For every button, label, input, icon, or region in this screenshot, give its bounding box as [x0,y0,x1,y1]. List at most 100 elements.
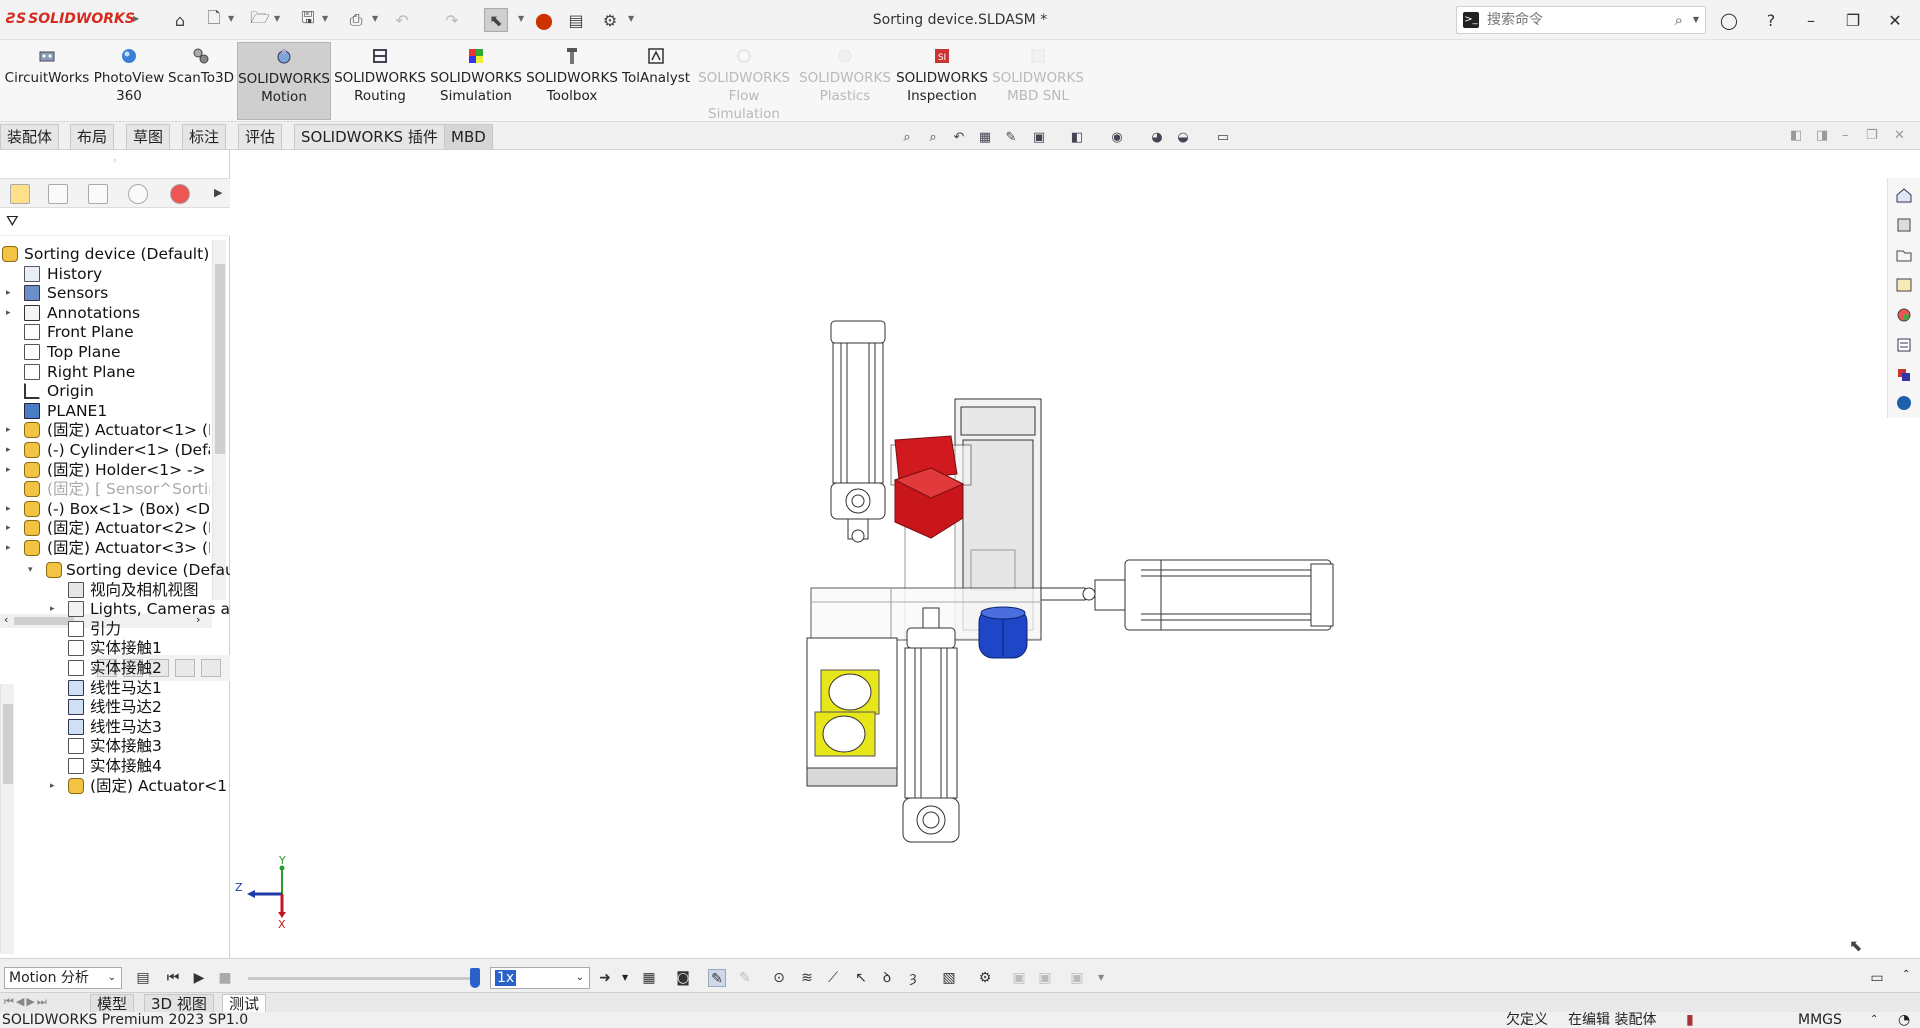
copy-motion-study-icon[interactable]: ▣ [1036,969,1054,987]
viewport-tile-left-icon[interactable]: ◧ [1790,128,1802,143]
solidworks-logo[interactable]: ƧSSOLIDWORKS [6,11,135,27]
save-icon[interactable]: 🖫 [296,8,320,32]
featuremanager-tab-icon[interactable] [10,184,30,204]
collapse-motionmanager-icon[interactable]: ▭ [1868,969,1886,987]
actuator-top-left[interactable] [831,321,885,542]
chevron-up-icon[interactable]: ⌃ [1870,1012,1878,1028]
tree-item[interactable]: ▸(固定) Actuator<1 [14,774,230,798]
contact-icon[interactable]: ꝺ [878,969,896,987]
apply-scene-icon[interactable]: ◒ [1174,128,1192,146]
playback-slider-thumb[interactable] [470,968,480,988]
circuitworks-button[interactable]: CircuitWorks [4,42,90,120]
previous-view-icon[interactable]: ↶ [950,128,968,146]
stop-icon[interactable]: ■ [216,969,234,987]
select-cursor-icon[interactable]: ⬉ [484,8,508,32]
animation-wizard-icon[interactable]: ◙ [674,969,692,987]
solidworks-routing-button[interactable]: SOLIDWORKSRouting [334,42,426,120]
flow-simulation-button[interactable]: SOLIDWORKSFlow Simulation [694,42,794,120]
chevron-up-icon[interactable]: ⌃ [1902,969,1910,980]
gravity-icon[interactable]: ȝ [904,969,922,987]
chevron-left-icon[interactable]: ‹ [4,613,8,626]
unit-system[interactable]: MMGS [1798,1012,1842,1028]
solidworks-motion-button[interactable]: SOLIDWORKSMotion [237,42,331,120]
viewport-close-button[interactable]: ✕ [1894,128,1905,143]
custom-properties-icon[interactable] [1895,336,1913,354]
viewport-restore-button[interactable]: ❐ [1866,128,1878,143]
feature-tree-scrollbar[interactable] [212,240,226,600]
solidworks-toolbox-button[interactable]: SOLIDWORKSToolbox [526,42,618,120]
actuator-right[interactable] [1041,560,1333,630]
options-gear-icon[interactable]: ⚙ [598,8,622,32]
tab-markup[interactable]: 标注 [182,124,226,149]
expand-arrow-icon[interactable]: ▸ [50,774,55,798]
view-palette-icon[interactable] [1895,276,1913,294]
print-icon[interactable]: ⎙ [344,8,368,32]
solidworks-simulation-button[interactable]: SOLIDWORKSSimulation [430,42,522,120]
chevron-down-icon[interactable]: ▼ [622,973,628,982]
photoview-button[interactable]: PhotoView360 [92,42,166,120]
panel-splitter-handle[interactable]: ◦ [0,156,230,168]
close-button[interactable]: ✕ [1884,10,1906,32]
chevron-right-icon[interactable]: ▶ [214,186,222,199]
tab-mbd[interactable]: MBD [444,124,493,149]
help-icon[interactable]: ? [1760,10,1782,32]
home-icon[interactable]: ⌂ [168,8,192,32]
playback-mode-icon[interactable]: ➜ [596,969,614,987]
add-update-key-icon[interactable]: ✎ [736,969,754,987]
zoom-to-fit-icon[interactable]: ⌕ [898,128,916,146]
search-icon[interactable]: ⌕ [1675,11,1683,29]
view-orientation-icon[interactable]: ▣ [1030,128,1048,146]
chevron-down-icon[interactable]: ▼ [518,14,524,23]
tab-3d-views[interactable]: 3D 视图 [144,994,214,1013]
tab-model[interactable]: 模型 [90,994,134,1013]
chevron-down-icon[interactable]: ▼ [1098,973,1104,982]
chevron-down-icon[interactable]: ▼ [322,14,328,23]
open-folder-icon[interactable]: 🗁 [248,8,272,32]
tab-assembly[interactable]: 装配体 [0,124,59,149]
autokey-icon[interactable]: ✎ [708,969,726,987]
dynamic-annotation-icon[interactable]: ✎ [1002,128,1020,146]
new-document-icon[interactable]: 🗋 [202,8,226,32]
tolanalyst-button[interactable]: TolAnalyst [622,42,690,120]
playback-slider[interactable] [248,977,478,980]
3dexperience-icon[interactable] [1895,394,1913,412]
tree-item[interactable]: ▸(固定) Actuator<3> (De [0,536,210,560]
delete-motion-study-icon[interactable]: ▣ [1068,969,1086,987]
forum-icon[interactable] [1895,366,1913,384]
assembly-model[interactable]: Y Z X [231,150,1887,958]
customize-status-icon[interactable]: ◔ [1898,1012,1910,1028]
configurationmanager-tab-icon[interactable] [88,184,108,204]
save-animation-icon[interactable]: ▦ [640,969,658,987]
tree-filter-row[interactable]: ⛛ [0,208,230,236]
scrollbar-thumb[interactable] [215,264,225,454]
design-library-icon[interactable] [1895,216,1913,234]
motion-study-properties-icon[interactable]: ⚙ [976,969,994,987]
restore-button[interactable]: ❐ [1842,10,1864,32]
tab-motion-study[interactable]: 测试 [222,994,266,1013]
mbd-snl-button[interactable]: SOLIDWORKSMBD SNL [992,42,1084,120]
study-type-select[interactable]: Motion 分析 ⌄ [4,967,122,989]
file-properties-icon[interactable]: ▤ [564,8,588,32]
chevron-down-icon[interactable]: ▼ [1693,15,1699,24]
rebuild-status-icon[interactable]: ▮ [1686,1012,1694,1028]
solidworks-inspection-button[interactable]: SI SOLIDWORKSInspection [896,42,988,120]
play-icon[interactable]: ▶ [190,969,208,987]
new-motion-study-icon[interactable]: ▣ [1010,969,1028,987]
damper-icon[interactable]: ⟋ [824,969,842,987]
appearances-icon[interactable] [1895,306,1913,324]
tab-evaluate[interactable]: 评估 [238,124,282,149]
chevron-down-icon[interactable]: ▼ [228,14,234,23]
filter-icon[interactable]: ⛛ [6,212,19,230]
chevron-down-icon[interactable]: ▼ [628,14,634,23]
expand-arrow-icon[interactable]: ▸ [6,536,11,560]
view-settings-icon[interactable]: ▭ [1214,128,1232,146]
spring-icon[interactable]: ≋ [798,969,816,987]
playback-speed-select[interactable]: 1x ⌄ [490,967,590,989]
chevron-down-icon[interactable]: ▼ [274,14,280,23]
file-explorer-icon[interactable] [1895,246,1913,264]
zoom-to-area-icon[interactable]: ⌕ [924,128,942,146]
redo-icon[interactable]: ↷ [440,8,464,32]
actuator-bottom[interactable] [903,608,959,842]
red-box-parts[interactable] [895,436,963,538]
menu-expand-icon[interactable]: ▶ [133,14,139,23]
